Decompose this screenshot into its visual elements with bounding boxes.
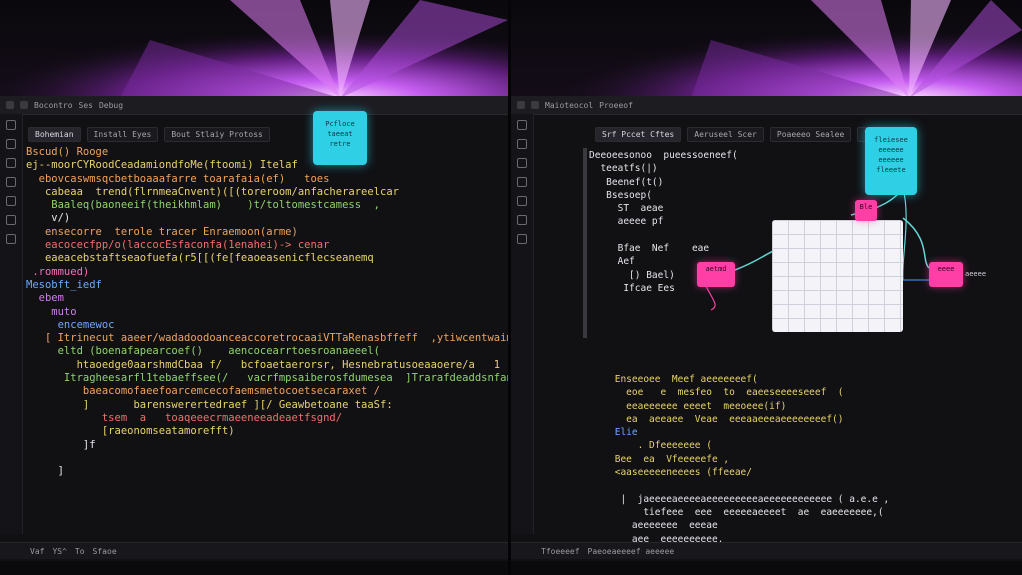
code-line: ensecorre terole tracer Enraemoon(arme): [26, 225, 298, 238]
code-line: ebovcaswmsqcbetboaaafarre toarafaia(ef) …: [26, 172, 330, 185]
app-menu-icon[interactable]: [6, 101, 14, 109]
code-line: v/): [26, 212, 71, 225]
flow-node-cyan[interactable]: fleiesee eeeeee eeeeee fleeete: [865, 127, 917, 195]
node-text: retre: [329, 140, 351, 148]
tab-file[interactable]: Bohemian: [28, 126, 81, 142]
top-toolbar: Bocontro Ses Debug: [0, 96, 508, 115]
node-text: taeeat: [327, 130, 353, 138]
search-icon[interactable]: [6, 139, 16, 149]
taskbar: [511, 561, 1022, 575]
code-line: ]f: [26, 438, 96, 451]
flow-node-pink[interactable]: aetmd: [697, 262, 735, 287]
tab-file[interactable]: Bout Stlaiy Protoss: [164, 126, 270, 142]
taskbar: [0, 561, 508, 575]
source-control-icon[interactable]: [6, 158, 16, 168]
status-item[interactable]: To: [75, 547, 85, 556]
node-text: eeee: [937, 265, 955, 273]
code-line: htaoedge0aarshmdCbaa f/ bcfoaetaerorsr, …: [26, 358, 501, 371]
file-icon[interactable]: [20, 101, 28, 109]
extensions-icon[interactable]: [6, 196, 16, 206]
status-item[interactable]: Vaf: [30, 547, 44, 556]
code-line: [raeonomseatamorefft): [26, 425, 235, 438]
code-line: eltd (boenafapearcoef() aencocearrtoesro…: [26, 345, 381, 358]
code-line: Mesobft_iedf: [26, 278, 102, 291]
status-item[interactable]: Tfoeeeef: [541, 547, 580, 556]
node-text: Pcfloce: [325, 120, 355, 128]
node-text: Ble: [859, 203, 873, 211]
code-line: ]: [26, 465, 64, 478]
settings-icon[interactable]: [6, 234, 16, 244]
connector-label: aeeee: [965, 270, 987, 278]
status-item[interactable]: YS^: [52, 547, 66, 556]
code-line: ] barenswerertedraef ][/ Geawbetoane taa…: [26, 398, 393, 411]
left-editor-window: Bocontro Ses Debug Bohemian Install Eyes…: [0, 0, 508, 575]
node-text: fleeete: [876, 166, 906, 174]
code-line: Baaleq(baoneeif(theikhmlam) )t/toltomest…: [26, 199, 381, 212]
code-line: encemewoc: [26, 318, 115, 331]
code-line: eaeacebstaftseaofuefa(r5[[(fe[feaoeaseni…: [26, 252, 374, 265]
code-line: .rommued): [26, 265, 90, 278]
node-text: aetmd: [705, 265, 727, 273]
node-text: eeeeee: [878, 156, 904, 164]
grid-panel[interactable]: [772, 220, 903, 332]
code-line: eacocecfpp/o(laccocEsfaconfa(1enahei)-> …: [26, 239, 330, 252]
debug-icon[interactable]: [6, 177, 16, 187]
diagram-connectors: [700, 187, 930, 311]
tab-file[interactable]: Install Eyes: [86, 126, 159, 142]
purple-glow-backdrop: [0, 0, 508, 98]
node-text: fleiesee: [874, 136, 908, 144]
code-line: tsem a toaqeeecrmaeeneeadeaetfsgnd/: [26, 411, 343, 424]
toolbar-item[interactable]: Ses: [79, 101, 93, 110]
code-line: Itragheesarfl1tebaeffsee(/ vacrfmpsaiber…: [26, 372, 508, 385]
status-bar: Tfoeeeef Paeoeaeeeef aeeeee: [511, 542, 1022, 559]
toolbar-item[interactable]: Bocontro: [34, 101, 73, 110]
flow-node-cyan[interactable]: Pcfloce taeeat retre: [313, 111, 367, 165]
explorer-icon[interactable]: [6, 120, 16, 130]
code-line: ej--moorCYRoodCeadamiondfoMe(ftoomi) Ite…: [26, 159, 298, 172]
toolbar-item[interactable]: Debug: [99, 101, 123, 110]
code-line: cabeaa trend(flrnmeaCnvent)([(toreroom/a…: [26, 185, 399, 198]
activity-bar: [0, 114, 23, 534]
terminal-icon[interactable]: [6, 215, 16, 225]
flow-node-pink[interactable]: eeee: [929, 262, 963, 287]
status-bar: Vaf YS^ To Sfaoe: [0, 542, 508, 559]
node-text: eeeeee: [878, 146, 904, 154]
flow-node-pink[interactable]: Ble: [855, 200, 877, 221]
right-editor-window: Maioteocol Proeeof Srf Pccet Cftes Aerus…: [511, 0, 1022, 575]
editor-tabs: Bohemian Install Eyes Bout Stlaiy Protos…: [28, 126, 508, 142]
code-line: ebem: [26, 292, 90, 305]
code-line: Bscud() Rooge: [26, 146, 109, 158]
code-editor[interactable]: Bscud() Rooge ej--moorCYRoodCeadamiondfoM…: [26, 146, 508, 478]
status-item[interactable]: Sfaoe: [93, 547, 117, 556]
status-item[interactable]: Paeoeaeeeef aeeeee: [588, 547, 675, 556]
code-line: muto: [26, 305, 77, 318]
code-line: baeacomofaeefoarcemcecofaemsmetocoetseca…: [26, 385, 387, 398]
code-line: [ Itrinecut aaeer/wadadoodoanceaccoretro…: [44, 332, 508, 345]
